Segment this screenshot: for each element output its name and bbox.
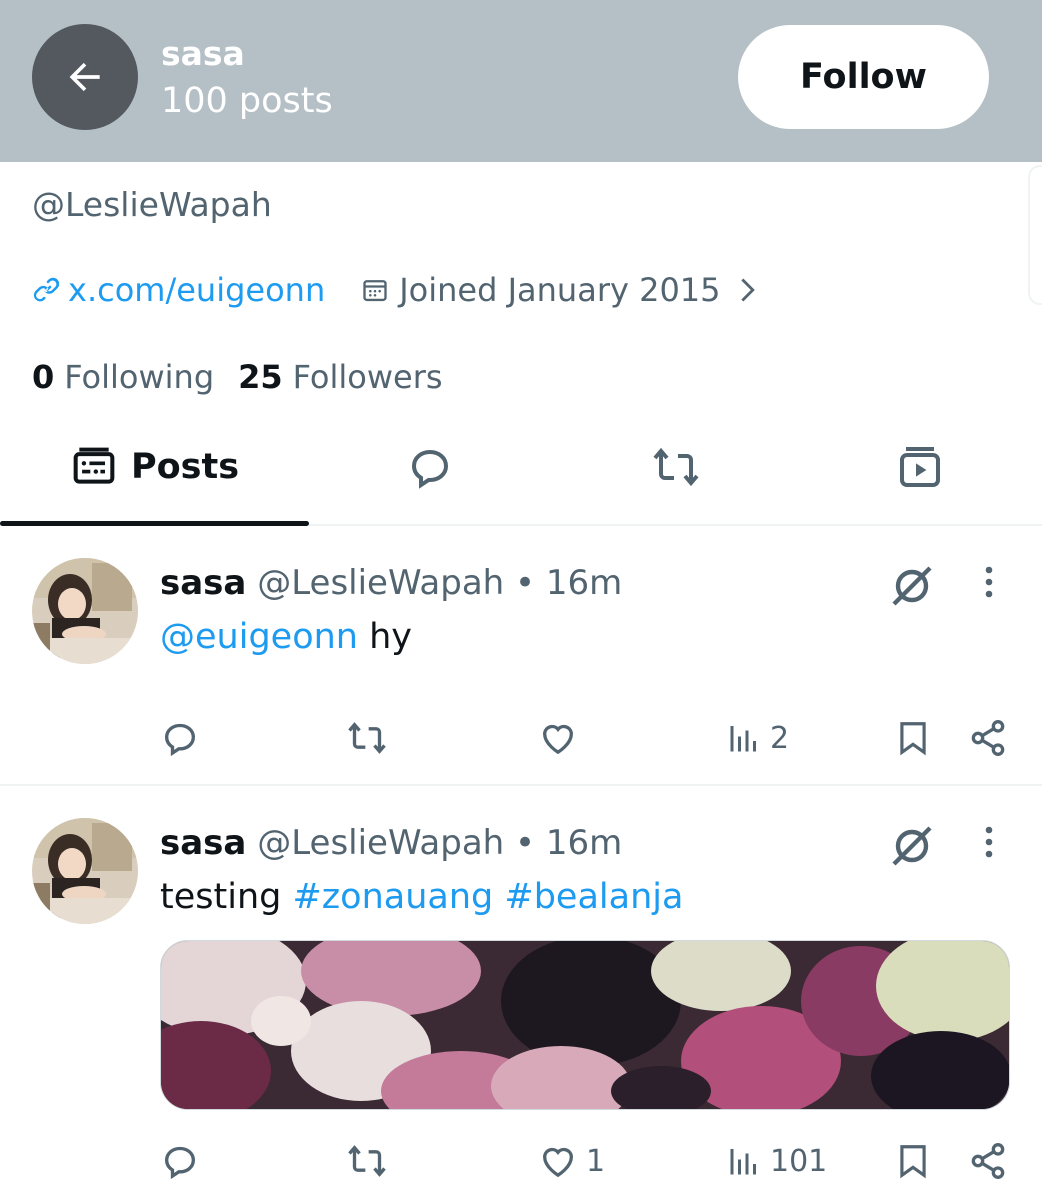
reposts-icon [653,447,699,487]
views-icon [730,726,756,752]
joined-text: Joined January 2015 [399,271,721,309]
back-button[interactable] [32,24,138,130]
share-button[interactable] [968,1136,1008,1186]
following-count: 0 [32,358,55,396]
bookmark-button[interactable] [894,1136,932,1186]
reply-button[interactable] [160,713,208,763]
posts-icon [73,447,115,484]
post-item[interactable]: sasa @LeslieWapah • 16m testing #zonauan… [0,788,1042,1200]
bookmark-icon [900,1145,926,1179]
separator-dot: • [515,563,536,603]
active-tab-indicator [0,521,309,526]
following-link[interactable]: 0 Following [32,358,214,396]
hashtag-link[interactable]: #zonauang [292,877,493,917]
hashtag-link[interactable]: #bealanja [504,877,683,917]
tab-posts-label: Posts [130,447,240,487]
tab-posts[interactable]: Posts [0,410,310,526]
follow-stats: 0 Following 25 Followers [32,356,443,398]
post-actions: 1 101 [160,1136,1020,1186]
post-item[interactable]: sasa @LeslieWapah • 16m @euigeonn hy 2 [0,528,1042,786]
post-text: @euigeonn hy [160,615,412,659]
reply-button[interactable] [160,1136,208,1186]
grok-icon[interactable] [888,822,936,870]
chevron-right-icon [740,278,755,302]
profile-header: sasa 100 posts Follow [0,0,1042,162]
followers-link[interactable]: 25 Followers [238,358,442,396]
views-button[interactable]: 2 [726,713,789,763]
view-count: 101 [770,1143,828,1179]
avatar[interactable] [32,558,138,664]
website-link[interactable]: x.com/euigeonn [32,271,325,309]
replies-icon [411,449,449,489]
author-name[interactable]: sasa [160,823,246,863]
post-media-image[interactable] [160,940,1010,1110]
avatar[interactable] [32,818,138,924]
share-icon [971,720,1005,757]
like-count: 1 [586,1143,606,1179]
repost-icon [348,722,386,754]
bookmark-icon [900,722,926,756]
tab-media[interactable] [820,410,1020,524]
views-icon [730,1149,756,1175]
followers-count: 25 [238,358,283,396]
post-text: testing #zonauang #bealanja [160,875,683,919]
profile-handle: @LeslieWapah [32,185,272,224]
reply-icon [164,723,196,757]
following-label: Following [64,358,215,396]
bookmark-button[interactable] [894,713,932,763]
website-text: x.com/euigeonn [68,271,326,309]
avatar-image [32,818,138,924]
like-button[interactable]: 1 [538,1136,605,1186]
repost-button[interactable] [345,1136,397,1186]
post-body: testing [160,877,293,917]
separator-dot: • [515,823,536,863]
share-button[interactable] [968,713,1008,763]
header-post-count: 100 posts [161,81,333,121]
avatar-image [32,558,138,664]
heart-icon [542,1147,574,1178]
tab-reposts[interactable] [576,410,776,524]
media-icon [900,447,940,487]
followers-label: Followers [292,358,443,396]
share-icon [971,1143,1005,1180]
post-header: sasa @LeslieWapah • 16m [160,822,622,864]
grok-icon[interactable] [888,562,936,610]
calendar-icon [363,280,387,302]
more-options-icon[interactable] [978,824,1000,860]
view-count: 2 [770,720,790,756]
post-header: sasa @LeslieWapah • 16m [160,562,622,604]
repost-icon [348,1145,386,1177]
author-name[interactable]: sasa [160,563,246,603]
header-display-name: sasa [161,34,245,73]
reply-icon [164,1146,196,1180]
author-handle[interactable]: @LeslieWapah [257,563,504,603]
like-button[interactable] [538,713,586,763]
post-time[interactable]: 16m [546,563,622,603]
heart-icon [542,724,574,755]
repost-button[interactable] [345,713,397,763]
joined-date[interactable]: Joined January 2015 [361,271,756,309]
mention-link[interactable]: @euigeonn [160,617,358,657]
post-actions: 2 [160,713,1020,763]
tab-replies[interactable] [330,410,530,524]
views-button[interactable]: 101 [726,1136,827,1186]
profile-meta-row: x.com/euigeonn Joined January 2015 [32,268,757,312]
arrow-left-icon [69,62,100,92]
follow-button[interactable]: Follow [738,25,989,129]
more-options-icon[interactable] [978,564,1000,600]
profile-tabs: Posts [0,410,1042,526]
post-body: hy [357,617,412,657]
mulberries-image [161,941,1009,1109]
author-handle[interactable]: @LeslieWapah [257,823,504,863]
scroll-indicator [1028,165,1042,305]
link-icon [33,277,60,302]
post-time[interactable]: 16m [546,823,622,863]
